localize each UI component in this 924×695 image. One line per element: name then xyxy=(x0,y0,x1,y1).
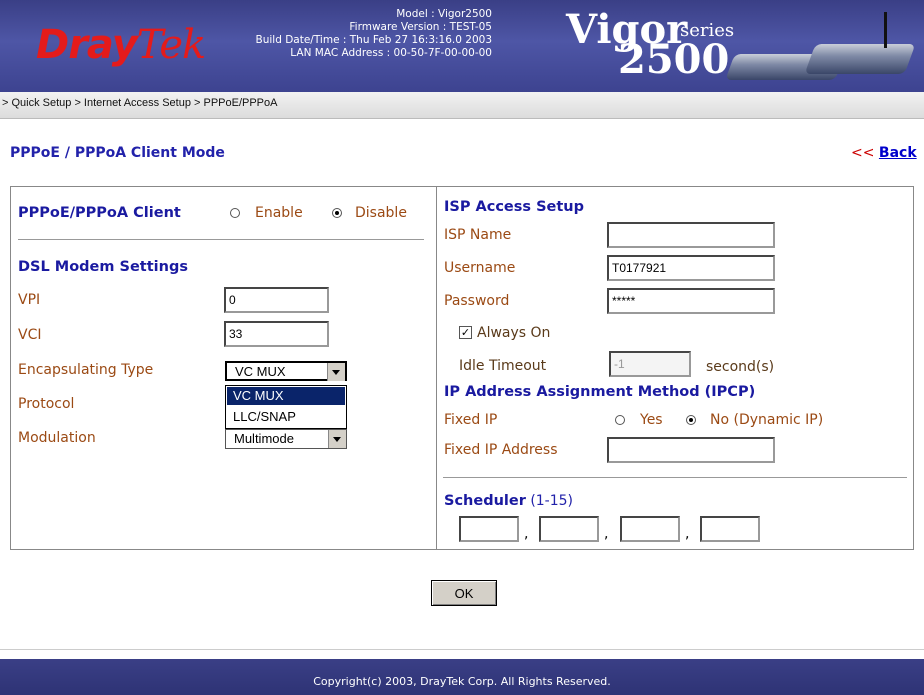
modulation-select[interactable]: Multimode xyxy=(225,429,347,449)
ok-button[interactable]: OK xyxy=(431,580,497,606)
vci-label: VCI xyxy=(18,327,42,343)
password-label: Password xyxy=(444,293,510,309)
enable-label: Enable xyxy=(255,205,303,221)
encap-dropdown: VC MUX LLC/SNAP xyxy=(225,385,347,429)
fixed-ip-no-radio[interactable] xyxy=(686,415,696,425)
idle-timeout-label: Idle Timeout xyxy=(459,358,547,374)
always-on-checkbox[interactable]: ✓ xyxy=(459,326,472,339)
router-image xyxy=(804,44,916,74)
idle-unit: second(s) xyxy=(706,359,775,375)
chevron-down-icon[interactable] xyxy=(327,363,345,381)
mac-text: LAN MAC Address : 00-50-7F-00-00-00 xyxy=(290,47,492,59)
scheduler-input-2[interactable] xyxy=(539,516,599,542)
fixed-ip-yes-radio[interactable] xyxy=(615,415,625,425)
page-title: PPPoE / PPPoA Client Mode xyxy=(10,145,225,161)
encap-option-vc-mux[interactable]: VC MUX xyxy=(227,387,345,405)
draytek-logo: DrayTek xyxy=(36,22,206,68)
scheduler-input-3[interactable] xyxy=(620,516,680,542)
back-link-wrap: << Back xyxy=(851,145,917,161)
vci-input[interactable] xyxy=(224,321,329,347)
column-divider xyxy=(436,187,437,549)
breadcrumb: > Quick Setup > Internet Access Setup > … xyxy=(2,97,278,109)
scheduler-comma: , xyxy=(685,526,690,542)
fixed-ip-no-label: No (Dynamic IP) xyxy=(710,412,824,428)
model-text: Model : Vigor2500 xyxy=(396,8,492,20)
isp-heading: ISP Access Setup xyxy=(444,199,584,215)
scheduler-comma: , xyxy=(524,526,529,542)
footer-line xyxy=(0,649,924,650)
disable-label: Disable xyxy=(355,205,407,221)
chevron-down-icon[interactable] xyxy=(328,430,346,448)
model-number-brand: 2500 xyxy=(618,36,730,83)
scheduler-range: (1-15) xyxy=(530,493,574,509)
firmware-text: Firmware Version : TEST-05 xyxy=(349,21,492,33)
fixed-ip-label: Fixed IP xyxy=(444,412,498,428)
scheduler-heading: Scheduler (1-15) xyxy=(444,493,573,509)
scheduler-input-4[interactable] xyxy=(700,516,760,542)
modulation-label: Modulation xyxy=(18,430,96,446)
fixed-ip-yes-label: Yes xyxy=(640,412,663,428)
username-input[interactable] xyxy=(607,255,775,281)
fixed-address-input[interactable] xyxy=(607,437,775,463)
scheduler-input-1[interactable] xyxy=(459,516,519,542)
scheduler-comma: , xyxy=(604,526,609,542)
encap-selected-value: VC MUX xyxy=(235,364,286,379)
copyright-text: Copyright(c) 2003, DrayTek Corp. All Rig… xyxy=(313,675,611,688)
always-on-label: Always On xyxy=(477,325,551,341)
password-input[interactable] xyxy=(607,288,775,314)
vpi-input[interactable] xyxy=(224,287,329,313)
left-separator xyxy=(18,239,424,240)
username-label: Username xyxy=(444,260,516,276)
encap-option-llc-snap[interactable]: LLC/SNAP xyxy=(227,408,345,426)
disable-radio[interactable] xyxy=(332,208,342,218)
encap-select[interactable]: VC MUX xyxy=(225,361,347,381)
isp-name-label: ISP Name xyxy=(444,227,512,243)
build-text: Build Date/Time : Thu Feb 27 16:3:16.0 2… xyxy=(255,34,492,46)
encap-label: Encapsulating Type xyxy=(18,362,154,378)
fixed-address-label: Fixed IP Address xyxy=(444,442,558,458)
device-info: Model : Vigor2500 Firmware Version : TES… xyxy=(232,8,492,60)
right-separator xyxy=(443,477,907,478)
back-arrows: << xyxy=(851,145,879,161)
protocol-label: Protocol xyxy=(18,396,75,412)
client-label: PPPoE/PPPoA Client xyxy=(18,205,181,221)
dsl-heading: DSL Modem Settings xyxy=(18,259,188,275)
vpi-label: VPI xyxy=(18,292,41,308)
router-antenna xyxy=(884,12,887,48)
modulation-selected-value: Multimode xyxy=(234,431,294,446)
idle-timeout-input[interactable] xyxy=(609,351,691,377)
back-link[interactable]: Back xyxy=(879,145,917,161)
enable-radio[interactable] xyxy=(230,208,240,218)
scheduler-label: Scheduler xyxy=(444,493,526,509)
ipcp-heading: IP Address Assignment Method (IPCP) xyxy=(444,384,756,400)
isp-name-input[interactable] xyxy=(607,222,775,248)
